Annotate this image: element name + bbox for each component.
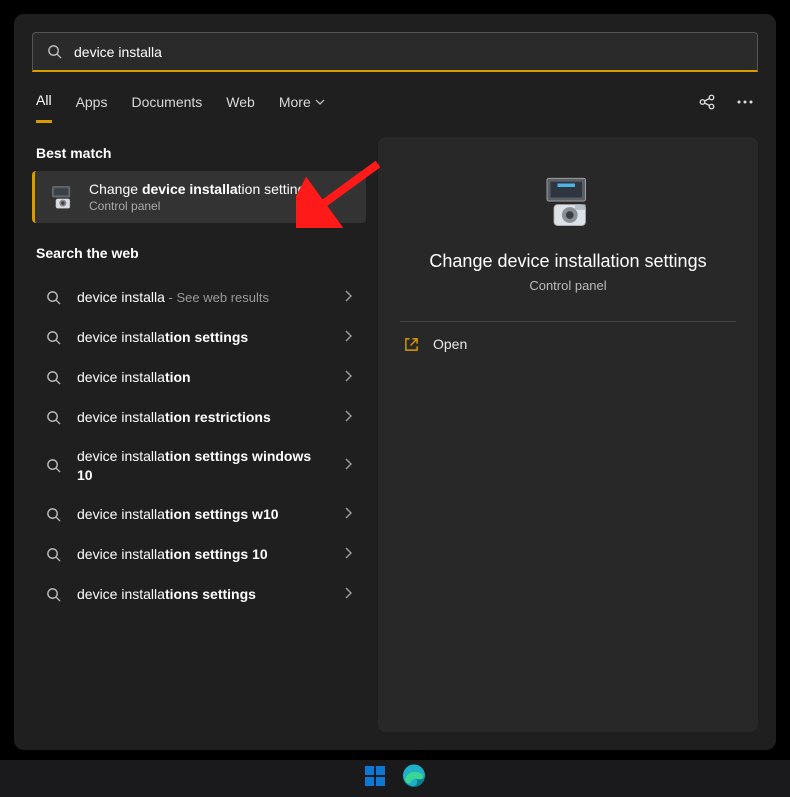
chevron-right-icon (344, 587, 352, 602)
chevron-right-icon (344, 547, 352, 562)
search-icon (46, 410, 61, 425)
web-result[interactable]: device installa - See web results (32, 277, 366, 317)
web-result-text: device installation (77, 368, 328, 387)
web-result-text: device installation settings w10 (77, 505, 328, 524)
search-icon (46, 587, 61, 602)
chevron-right-icon (344, 410, 352, 425)
web-result[interactable]: device installation settings (32, 317, 366, 357)
results-list: Best match Change device installation se… (32, 137, 366, 732)
search-icon (46, 458, 61, 473)
taskbar (0, 759, 790, 797)
detail-subtitle: Control panel (529, 278, 606, 293)
web-result-text: device installation settings (77, 328, 328, 347)
web-result-text: device installations settings (77, 585, 328, 604)
best-match-title: Change device installation settings (89, 181, 354, 197)
tab-all[interactable]: All (36, 92, 52, 123)
chevron-right-icon (344, 458, 352, 473)
chevron-right-icon (344, 370, 352, 385)
web-result[interactable]: device installation (32, 357, 366, 397)
web-result-text: device installation settings windows 10 (77, 447, 328, 485)
open-external-icon (404, 337, 419, 352)
search-input[interactable] (74, 44, 743, 60)
chevron-right-icon (344, 290, 352, 305)
web-result[interactable]: device installation restrictions (32, 397, 366, 437)
web-result[interactable]: device installations settings (32, 575, 366, 615)
filter-tabs: All Apps Documents Web More (32, 92, 758, 123)
search-icon (47, 44, 62, 59)
web-result-text: device installation settings 10 (77, 545, 328, 564)
start-search-panel: All Apps Documents Web More Best match (14, 14, 776, 750)
tab-apps[interactable]: Apps (76, 94, 108, 122)
chevron-down-icon (315, 97, 325, 107)
share-icon[interactable] (698, 93, 716, 111)
more-icon[interactable] (736, 93, 754, 111)
tab-documents[interactable]: Documents (131, 94, 202, 122)
chevron-right-icon (344, 330, 352, 345)
open-action[interactable]: Open (400, 322, 736, 366)
tab-web[interactable]: Web (226, 94, 255, 122)
search-icon (46, 370, 61, 385)
web-result[interactable]: device installation settings 10 (32, 535, 366, 575)
best-match-result[interactable]: Change device installation settings Cont… (32, 171, 366, 223)
search-bar[interactable] (32, 32, 758, 72)
tab-more[interactable]: More (279, 94, 325, 122)
detail-title: Change device installation settings (429, 251, 706, 272)
detail-pane: Change device installation settings Cont… (378, 137, 758, 732)
search-icon (46, 507, 61, 522)
web-result[interactable]: device installation settings w10 (32, 495, 366, 535)
chevron-right-icon (344, 507, 352, 522)
web-result-text: device installation restrictions (77, 408, 328, 427)
search-icon (46, 330, 61, 345)
web-result-text: device installa - See web results (77, 288, 328, 307)
start-button[interactable] (364, 765, 386, 792)
device-install-icon (47, 182, 77, 212)
search-icon (46, 290, 61, 305)
search-web-header: Search the web (32, 237, 366, 271)
search-icon (46, 547, 61, 562)
best-match-subtitle: Control panel (89, 199, 354, 213)
edge-browser-button[interactable] (402, 764, 426, 793)
detail-device-install-icon (540, 173, 596, 229)
best-match-header: Best match (32, 137, 366, 171)
web-result[interactable]: device installation settings windows 10 (32, 437, 366, 495)
